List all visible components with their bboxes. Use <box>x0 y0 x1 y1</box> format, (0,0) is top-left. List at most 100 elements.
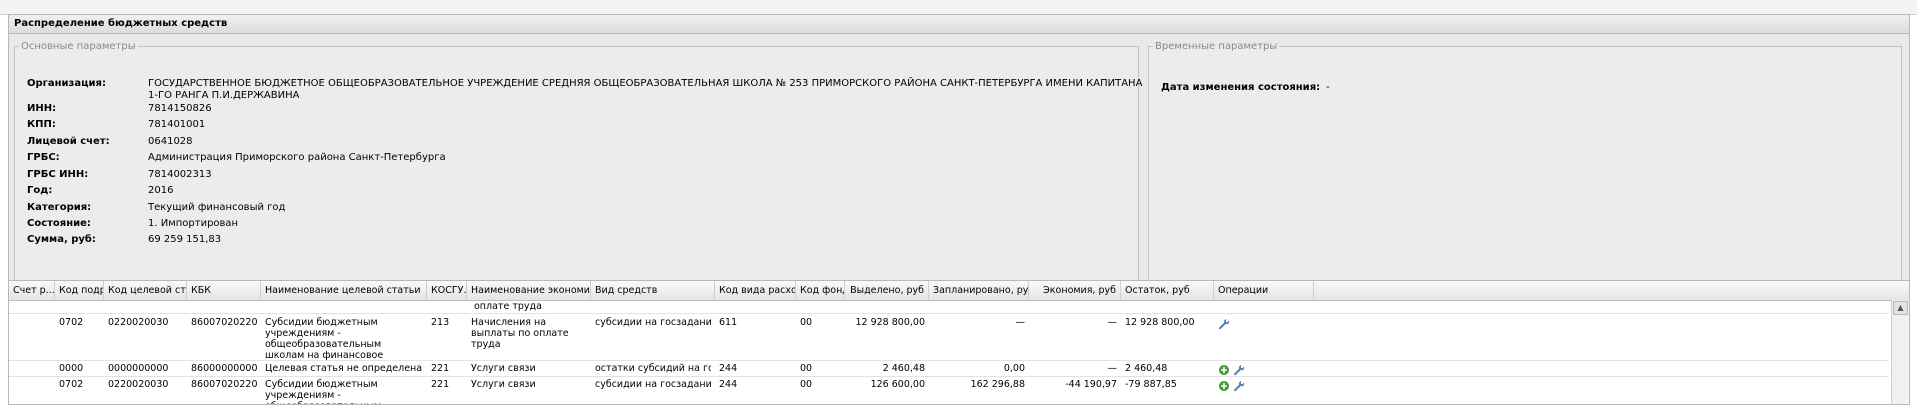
remainder-cell: -79 887,85 <box>1125 379 1177 390</box>
main-params-legend: Основные параметры <box>21 41 136 52</box>
column-header[interactable]: Код вида расходов <box>715 281 796 300</box>
column-header[interactable]: Запланировано, руб <box>929 281 1029 300</box>
allocated-cell: 126 600,00 <box>870 379 925 390</box>
exp-code-cell: 611 <box>719 317 738 328</box>
column-header[interactable]: Наименование экономической ... <box>467 281 591 300</box>
kbk-cell: 86007020220020... <box>191 317 257 328</box>
planned-cell: 0,00 <box>1003 363 1025 374</box>
time-params-legend: Временные параметры <box>1155 41 1278 52</box>
column-header[interactable]: Выделено, руб <box>845 281 929 300</box>
partial-row-text: оплате труда <box>474 301 542 312</box>
wrench-icon[interactable] <box>1233 380 1245 392</box>
distribution-grid: Счет р...Код подра...Код целевой статьиК… <box>9 280 1909 404</box>
account-cell <box>13 363 51 376</box>
field-label: Состояние: <box>27 218 91 229</box>
field-value: 69 259 151,83 <box>148 234 222 245</box>
time-params-fieldset: Временные параметры Дата изменения состо… <box>1148 41 1902 292</box>
remainder-cell: 12 928 800,00 <box>1125 317 1195 328</box>
column-header[interactable]: Наименование целевой статьи <box>261 281 427 300</box>
account-cell <box>13 317 51 360</box>
grid-header: Счет р...Код подра...Код целевой статьиК… <box>9 281 1909 301</box>
wrench-icon[interactable] <box>1218 318 1230 330</box>
remainder-cell: 2 460,48 <box>1125 363 1168 374</box>
state-change-date-label: Дата изменения состояния: <box>1161 82 1321 93</box>
field-value: 7814002313 <box>148 169 212 180</box>
economy-cell: — <box>1107 363 1118 374</box>
field-value: 1. Импортирован <box>148 218 239 229</box>
kbk-cell: 86000000000000... <box>191 363 257 374</box>
target-code-cell: 0000000000 <box>108 363 169 374</box>
funds-type-cell: субсидии на госзадания <box>595 317 711 328</box>
column-header[interactable]: Счет р... <box>9 281 55 300</box>
target-name-cell: Субсидии бюджетным учреждениям - общеобр… <box>265 379 381 404</box>
fund-code-cell: 00 <box>800 363 813 374</box>
allocated-cell: 2 460,48 <box>882 363 925 374</box>
dept-code-cell: 0702 <box>59 379 84 390</box>
column-header[interactable]: КОСГУ... <box>427 281 467 300</box>
panel-title: Распределение бюджетных средств <box>9 15 1909 34</box>
add-icon[interactable] <box>1218 380 1230 392</box>
target-name-cell: Целевая статья не определена <box>265 363 423 374</box>
column-header[interactable]: Экономия, руб <box>1029 281 1121 300</box>
column-header[interactable]: Код целевой статьи <box>104 281 187 300</box>
field-value: 2016 <box>148 185 174 196</box>
econ-name-cell: Услуги связи <box>471 379 536 390</box>
econ-name-cell: Услуги связи <box>471 363 536 374</box>
field-label: КПП: <box>27 119 56 130</box>
target-name-cell: Субсидии бюджетным учреждениям - общеобр… <box>265 317 384 360</box>
field-value: 0641028 <box>148 136 193 147</box>
grid-scrollbar[interactable]: ▲ <box>1891 300 1909 404</box>
exp-code-cell: 244 <box>719 379 738 390</box>
field-value: Администрация Приморского района Санкт-П… <box>148 152 446 163</box>
main-params-fieldset: Основные параметры Организация: ГОСУДАРСТ… <box>14 41 1142 292</box>
column-header[interactable]: Остаток, руб <box>1121 281 1214 300</box>
add-icon[interactable] <box>1218 364 1230 376</box>
top-strip <box>0 0 1917 15</box>
field-value: ГОСУДАРСТВЕННОЕ БЮДЖЕТНОЕ ОБЩЕОБРАЗОВАТЕ… <box>148 78 1143 101</box>
grid-body: оплате труда 0702 0220020030 8600702022002… <box>9 301 1889 404</box>
economy-cell: -44 190,97 <box>1065 379 1117 390</box>
table-row[interactable]: 0702 0220020030 86007020220020... Субсидии … <box>9 315 1889 361</box>
funds-type-cell: субсидии на госзадания <box>595 379 711 390</box>
state-change-date: Дата изменения состояния: - <box>1161 82 1330 93</box>
column-header[interactable]: Вид средств <box>591 281 715 300</box>
fund-code-cell: 00 <box>800 317 813 328</box>
column-header[interactable]: Операции <box>1214 281 1314 300</box>
wrench-icon[interactable] <box>1233 364 1245 376</box>
table-row[interactable]: 0000000000000086000000000000...Целевая с… <box>9 361 1889 377</box>
field-value: Текущий финансовый год <box>148 202 286 213</box>
account-cell <box>13 379 51 404</box>
fund-code-cell: 00 <box>800 379 813 390</box>
field-label: Категория: <box>27 202 92 213</box>
economy-cell: — <box>1107 317 1118 328</box>
table-row-partial[interactable]: оплате труда <box>9 301 1889 314</box>
table-row[interactable]: 0702 0220020030 86007020220020... Субсидии … <box>9 377 1889 404</box>
field-label: Лицевой счет: <box>27 136 110 147</box>
budget-panel: Распределение бюджетных средств Основные… <box>8 14 1910 405</box>
allocated-cell: 12 928 800,00 <box>855 317 925 328</box>
planned-cell: 162 296,88 <box>970 379 1025 390</box>
field-label: Сумма, руб: <box>27 234 96 245</box>
kbk-cell: 86007020220020... <box>191 379 257 390</box>
operations-cell <box>1218 318 1230 330</box>
exp-code-cell: 244 <box>719 363 738 374</box>
operations-cell <box>1218 380 1245 392</box>
dept-code-cell: 0000 <box>59 363 84 374</box>
state-change-date-value: - <box>1326 82 1330 93</box>
target-code-cell: 0220020030 <box>108 317 169 328</box>
field-label: ГРБС ИНН: <box>27 169 89 180</box>
column-header[interactable]: Код фонда <box>796 281 845 300</box>
field-label: Год: <box>27 185 53 196</box>
field-label: ИНН: <box>27 103 57 114</box>
scroll-up-button[interactable]: ▲ <box>1893 301 1908 315</box>
field-value: 781401001 <box>148 119 206 130</box>
field-label: ГРБС: <box>27 152 60 163</box>
field-value: 7814150826 <box>148 103 212 114</box>
dept-code-cell: 0702 <box>59 317 84 328</box>
field-label: Организация: <box>27 78 106 89</box>
funds-type-cell: остатки субсидий на госзадания <box>595 363 711 374</box>
column-header[interactable]: Код подра... <box>55 281 104 300</box>
column-header[interactable]: КБК <box>187 281 261 300</box>
target-code-cell: 0220020030 <box>108 379 169 390</box>
econ-name-cell: Начисления на выплаты по оплате труда <box>471 317 569 350</box>
